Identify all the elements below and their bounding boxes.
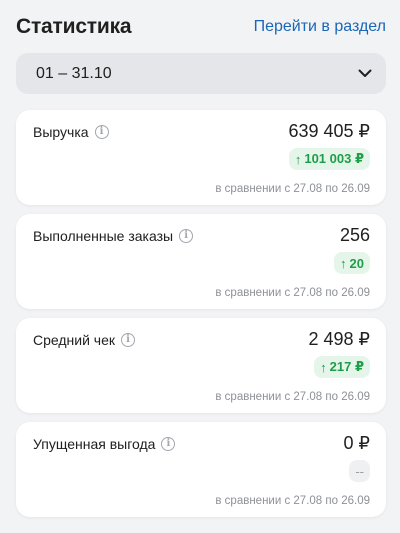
arrow-up-icon: ↑ xyxy=(320,359,327,375)
average-check-card: Средний чек i 2 498 ₽ ↑ 217 ₽ в сравнени… xyxy=(16,318,386,413)
comparison-text: в сравнении с 27.08 по 26.09 xyxy=(215,391,370,403)
revenue-card: Выручка i 639 405 ₽ ↑ 101 003 ₽ в сравне… xyxy=(16,110,386,205)
completed-orders-card: Выполненные заказы i 256 ↑ 20 в сравнени… xyxy=(16,214,386,309)
comparison-text: в сравнении с 27.08 по 26.09 xyxy=(215,183,370,195)
card-label: Упущенная выгода xyxy=(33,436,156,452)
delta-value: -- xyxy=(355,463,364,479)
arrow-up-icon: ↑ xyxy=(340,255,347,271)
card-label: Средний чек xyxy=(33,332,116,348)
delta-badge: -- xyxy=(349,460,370,482)
delta-value: 101 003 ₽ xyxy=(304,151,364,166)
comparison-text: в сравнении с 27.08 по 26.09 xyxy=(215,287,370,299)
lost-profit-card: Упущенная выгода i 0 ₽ -- в сравнении с … xyxy=(16,422,386,517)
go-to-section-link[interactable]: Перейти в раздел xyxy=(254,18,386,36)
info-icon[interactable]: i xyxy=(94,125,109,139)
info-icon[interactable]: i xyxy=(121,333,136,347)
arrow-up-icon: ↑ xyxy=(294,151,302,167)
delta-value: 217 ₽ xyxy=(329,359,364,374)
delta-badge: ↑ 101 003 ₽ xyxy=(288,148,370,170)
header: Статистика Перейти в раздел xyxy=(16,12,386,42)
info-icon[interactable]: i xyxy=(179,229,194,243)
card-label: Выполненные заказы xyxy=(33,228,174,244)
card-value: 0 ₽ xyxy=(343,433,370,453)
page-title: Статистика xyxy=(16,15,132,38)
comparison-text: в сравнении с 27.08 по 26.09 xyxy=(215,495,370,507)
delta-badge: ↑ 217 ₽ xyxy=(314,356,370,378)
card-label: Выручка xyxy=(33,124,89,140)
card-value: 639 405 ₽ xyxy=(288,121,370,141)
statistics-panel: Статистика Перейти в раздел 01 – 31.10 В… xyxy=(0,0,400,533)
card-value: 256 xyxy=(339,225,370,245)
period-select[interactable]: 01 – 31.10 xyxy=(16,53,386,94)
delta-value: 20 xyxy=(349,255,364,271)
chevron-down-icon xyxy=(358,67,372,81)
card-value: 2 498 ₽ xyxy=(308,329,371,349)
period-value: 01 – 31.10 xyxy=(36,64,112,82)
info-icon[interactable]: i xyxy=(161,437,176,451)
delta-badge: ↑ 20 xyxy=(334,252,370,274)
